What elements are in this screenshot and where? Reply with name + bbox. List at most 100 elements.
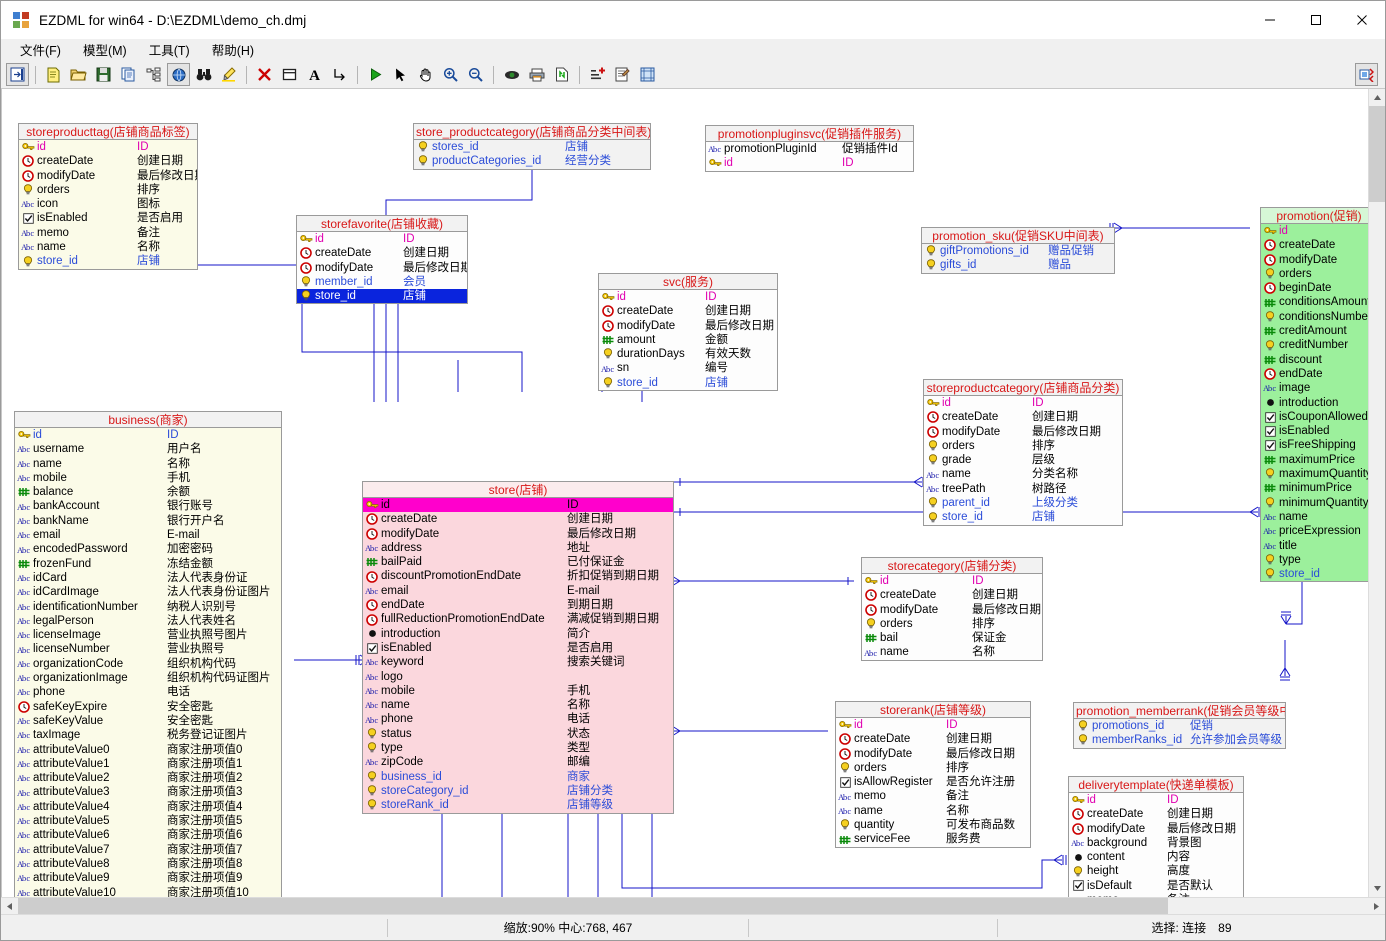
- er-column-row[interactable]: Ab c address 地址: [363, 541, 673, 555]
- er-column-row[interactable]: introduction: [1261, 396, 1370, 410]
- er-column-row[interactable]: fullReductionPromotionEndDate 满减促销到期日期: [363, 612, 673, 626]
- add-table-icon[interactable]: [278, 63, 301, 86]
- er-column-row[interactable]: type: [1261, 553, 1370, 567]
- er-column-row[interactable]: Ab c image: [1261, 381, 1370, 395]
- vertical-scroll-thumb[interactable]: [1369, 106, 1385, 202]
- er-column-row[interactable]: discountPromotionEndDate 折扣促销到期日期: [363, 569, 673, 583]
- er-column-row[interactable]: frozenFund 冻结金额: [15, 557, 281, 571]
- er-column-row[interactable]: orders 排序: [836, 761, 1030, 775]
- er-column-row[interactable]: Ab c name 名称: [363, 698, 673, 712]
- diagram-canvas-area[interactable]: storeproducttag(店铺商品标签) id ID createDate 创建日…: [1, 89, 1385, 897]
- er-column-row[interactable]: Ab c background 背景图: [1069, 836, 1243, 850]
- er-column-row[interactable]: orders 排序: [19, 183, 197, 197]
- er-table-promotion_memberrank[interactable]: promotion_memberrank(促销会员等级中间表)promotion…: [1073, 702, 1286, 749]
- er-diagram-canvas[interactable]: storeproducttag(店铺商品标签) id ID createDate 创建日…: [2, 89, 1370, 897]
- er-column-row[interactable]: Ab c treePath 树路径: [924, 482, 1122, 496]
- er-column-row[interactable]: Ab c encodedPassword 加密密码: [15, 542, 281, 556]
- er-column-row[interactable]: Ab c zipCode 邮编: [363, 755, 673, 769]
- er-column-row[interactable]: id ID: [836, 718, 1030, 732]
- er-column-row[interactable]: Abcmemo 备注: [19, 226, 197, 240]
- er-column-row[interactable]: discount: [1261, 353, 1370, 367]
- er-column-row[interactable]: Ab c attributeValue1 商家注册项值1: [15, 757, 281, 771]
- er-column-row[interactable]: Ab c name 名称: [836, 804, 1030, 818]
- find-icon[interactable]: [192, 63, 215, 86]
- er-column-row[interactable]: Ab c attributeValue0 商家注册项值0: [15, 743, 281, 757]
- er-table-store_productcategory[interactable]: store_productcategory(店铺商品分类中间表) stores_i…: [413, 123, 651, 170]
- er-column-row[interactable]: id ID: [15, 428, 281, 442]
- add-relation-icon[interactable]: [328, 63, 351, 86]
- er-column-row[interactable]: isDefault 是否默认: [1069, 879, 1243, 893]
- er-column-row[interactable]: Ab c email E-mail: [15, 528, 281, 542]
- er-column-row[interactable]: storeRank_id 店铺等级: [363, 798, 673, 812]
- er-column-row[interactable]: Ab c attributeValue6 商家注册项值6: [15, 828, 281, 842]
- er-column-row[interactable]: creditAmount: [1261, 324, 1370, 338]
- er-column-row[interactable]: bailPaid 已付保证金: [363, 555, 673, 569]
- refresh-doc-icon[interactable]: [550, 63, 573, 86]
- er-column-row[interactable]: orders 排序: [924, 439, 1122, 453]
- er-column-row[interactable]: endDate: [1261, 367, 1370, 381]
- er-table-business[interactable]: business(商家) id ID Ab c username 用户名 Ab c name 名称 A…: [14, 411, 282, 897]
- er-column-row[interactable]: Ab c email E-mail: [363, 584, 673, 598]
- er-column-row[interactable]: Ab c title: [1261, 539, 1370, 553]
- er-column-row[interactable]: minimumPrice: [1261, 481, 1370, 495]
- er-column-row[interactable]: gifts_id 赠品: [922, 258, 1114, 272]
- er-column-row[interactable]: isEnabled 是否启用: [363, 641, 673, 655]
- er-column-row[interactable]: store_id 店铺: [19, 254, 197, 268]
- er-column-row[interactable]: store_id: [1261, 567, 1370, 581]
- er-column-row[interactable]: content 内容: [1069, 850, 1243, 864]
- menu-model[interactable]: 模型(M): [72, 38, 138, 62]
- er-column-row[interactable]: introduction 简介: [363, 627, 673, 641]
- er-column-row[interactable]: Ab c idCardImage 法人代表身份证图片: [15, 585, 281, 599]
- scroll-down-arrow[interactable]: [1369, 880, 1385, 897]
- er-column-row[interactable]: storeCategory_id 店铺分类: [363, 784, 673, 798]
- er-column-row[interactable]: member_id 会员: [297, 275, 467, 289]
- er-column-row[interactable]: Ab c attributeValue2 商家注册项值2: [15, 771, 281, 785]
- er-column-row[interactable]: id ID: [363, 498, 673, 513]
- er-column-row[interactable]: Ab c name: [1261, 510, 1370, 524]
- er-column-row[interactable]: maximumQuantity: [1261, 467, 1370, 481]
- run-icon[interactable]: [364, 63, 387, 86]
- er-column-row[interactable]: orders: [1261, 267, 1370, 281]
- er-table-storefavorite[interactable]: storefavorite(店铺收藏) id ID createDate 创建日期 mod…: [296, 215, 468, 305]
- er-column-row[interactable]: store_id 店铺: [924, 510, 1122, 524]
- er-column-row[interactable]: Ab c organizationImage 组织机构代码证图片: [15, 671, 281, 685]
- er-column-row[interactable]: creditNumber: [1261, 338, 1370, 352]
- er-column-row[interactable]: createDate: [1261, 238, 1370, 252]
- fit-screen-icon[interactable]: [636, 63, 659, 86]
- er-column-row[interactable]: Ab c safeKeyValue 安全密匙: [15, 714, 281, 728]
- zoom-out-icon[interactable]: [464, 63, 487, 86]
- new-file-icon[interactable]: [42, 63, 65, 86]
- er-column-row[interactable]: isEnabled: [1261, 424, 1370, 438]
- add-text-icon[interactable]: A: [303, 63, 326, 86]
- er-column-row[interactable]: Ab c attributeValue7 商家注册项值7: [15, 843, 281, 857]
- er-column-row[interactable]: memberRanks_id 允许参加会员等级: [1074, 733, 1285, 747]
- er-column-row[interactable]: modifyDate 最后修改日期: [363, 527, 673, 541]
- scroll-up-arrow[interactable]: [1369, 89, 1385, 106]
- er-column-row[interactable]: Ab c icon 图标: [19, 197, 197, 211]
- er-column-row[interactable]: Ab c attributeValue10 商家注册项值10: [15, 886, 281, 898]
- print-icon[interactable]: [525, 63, 548, 86]
- er-table-promotionpluginsvc[interactable]: promotionpluginsvc(促销插件服务) Ab c promotionPl…: [705, 125, 914, 172]
- er-column-row[interactable]: createDate 创建日期: [363, 512, 673, 526]
- er-column-row[interactable]: status 状态: [363, 727, 673, 741]
- er-column-row[interactable]: Ab c bankAccount 银行账号: [15, 499, 281, 513]
- er-column-row[interactable]: modifyDate: [1261, 253, 1370, 267]
- er-column-row[interactable]: Ab c mobile 手机: [15, 471, 281, 485]
- highlight-icon[interactable]: [217, 63, 240, 86]
- pan-tool-icon[interactable]: [414, 63, 437, 86]
- er-table-storerank[interactable]: storerank(店铺等级) id ID createDate 创建日期 modifyD…: [835, 701, 1031, 848]
- er-column-row[interactable]: business_id 商家: [363, 770, 673, 784]
- er-column-row[interactable]: id ID: [19, 140, 197, 154]
- er-table-svc[interactable]: svc(服务) id ID createDate 创建日期 modifyDate 最后修改日…: [598, 273, 778, 392]
- er-column-row[interactable]: id ID: [924, 396, 1122, 410]
- er-column-row[interactable]: quantity 可发布商品数: [836, 818, 1030, 832]
- er-column-row[interactable]: parent_id 上级分类: [924, 496, 1122, 510]
- scroll-left-arrow[interactable]: [1, 898, 18, 915]
- er-column-row[interactable]: Ab c attributeValue5 商家注册项值5: [15, 814, 281, 828]
- er-column-row[interactable]: id ID: [297, 232, 467, 246]
- er-column-row[interactable]: promotions_id 促销: [1074, 719, 1285, 733]
- er-column-row[interactable]: orders 排序: [862, 617, 1042, 631]
- er-column-row[interactable]: beginDate: [1261, 281, 1370, 295]
- er-column-row[interactable]: Ab c priceExpression: [1261, 524, 1370, 538]
- er-column-row[interactable]: Ab c attributeValue8 商家注册项值8: [15, 857, 281, 871]
